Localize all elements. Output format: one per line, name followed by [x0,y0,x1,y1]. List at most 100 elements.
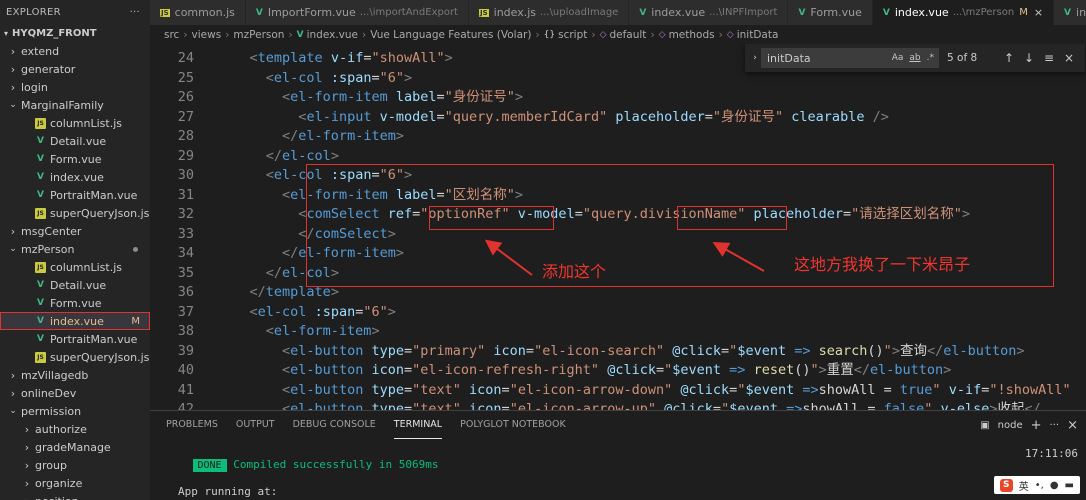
code-line[interactable]: <el-button type="text" icon="el-icon-arr… [282,381,1071,401]
editor-tab-index-vue[interactable]: Vindex.vue ...\mzPerson M × [872,0,1055,25]
panel-tab-terminal[interactable]: TERMINAL [393,411,443,439]
code-line[interactable]: <el-col :span="6"> [266,69,412,89]
sogou-logo-icon: S [999,478,1013,492]
tree-item-marginalfamily[interactable]: ⌄ MarginalFamily [0,96,150,114]
code-line[interactable]: <template v-if="showAll"> [250,49,453,69]
previous-match-icon[interactable]: ↑ [999,51,1019,65]
breadcrumb-item[interactable]: Vue Language Features (Volar) [370,29,531,41]
ime-punct-icon[interactable]: •, [1035,480,1044,491]
code-line[interactable]: <el-form-item label="身份证号"> [282,88,523,108]
line-number: 33 [177,225,194,242]
tree-item-columnlist-js[interactable]: JS columnList.js [0,258,150,276]
tree-item-permission[interactable]: ⌄ permission [0,402,150,420]
tree-item-mzperson[interactable]: ⌄ mzPerson [0,240,150,258]
tree-item-columnlist-js[interactable]: JS columnList.js [0,114,150,132]
editor-tab-index-vue[interactable]: Vindex.vue ...\INPFImport [629,0,789,25]
tree-item-index-vue[interactable]: Vindex.vue [0,168,150,186]
panel-tab-output[interactable]: OUTPUT [236,411,275,439]
code-token: " [883,342,892,359]
toggle-replace-icon[interactable]: › [749,53,761,63]
code-line[interactable]: <el-button type="text" icon="el-icon-arr… [282,400,1041,410]
find-in-selection-icon[interactable]: ≡ [1039,51,1059,65]
tree-item-superqueryjson-js[interactable]: JS superQueryJson.js [0,348,150,366]
breadcrumb-item[interactable]: index.vue [307,29,358,41]
code-token: "query.memberIdCard" [444,108,608,125]
tree-item-authorize[interactable]: › authorize [0,420,150,438]
code-line[interactable]: <el-col :span="6"> [250,303,396,323]
js-file-icon: JS [160,8,170,17]
tree-item-extend[interactable]: › extend [0,42,150,60]
tree-item-superqueryjson-js[interactable]: JS superQueryJson.js [0,204,150,222]
chevron-right-icon: › [24,458,30,472]
breadcrumb-item[interactable]: default [609,29,646,41]
code-line[interactable]: <el-form-item> [266,322,380,342]
breadcrumb-item[interactable]: script [558,29,587,41]
panel-tab-polyglot-notebook[interactable]: POLYGLOT NOTEBOOK [460,411,566,439]
editor-tab-index-js[interactable]: JS index.js ...\uploadImage [468,0,630,25]
tree-item-group[interactable]: › group [0,456,150,474]
editor-tab-common-js[interactable]: JS common.js [150,0,246,25]
tree-item-position[interactable]: ›position [0,492,150,500]
tree-item-form-vue[interactable]: V Form.vue [0,294,150,312]
ime-keyboard-icon[interactable]: ▬ [1065,480,1074,491]
breadcrumb-item[interactable]: initData [737,29,779,41]
explorer-more-icon[interactable]: ··· [130,7,140,18]
code-editor[interactable]: 24 25 26 27 28 29 30 31 32 33 34 35 36 37 38 39 40 41 42 <… [150,44,1086,410]
code-line[interactable]: <el-button icon="el-icon-refresh-right" … [282,361,951,381]
find-input[interactable]: initData Aa ab .* [761,48,939,68]
panel-tab-debug-console[interactable]: DEBUG CONSOLE [293,411,376,439]
ime-toolbar[interactable]: S 英 •, ● ▬ [993,476,1080,494]
code-token: > [943,362,952,378]
code-token: </ [265,264,283,281]
tree-item-portraitman-vue[interactable]: V PortraitMan.vue [0,186,150,204]
breadcrumb-item[interactable]: mzPerson [233,29,284,41]
tree-item-label: MarginalFamily [21,98,104,112]
panel-tab-problems[interactable]: PROBLEMS [166,411,218,439]
breadcrumb-item[interactable]: methods [669,29,715,41]
code-token: el-col [282,147,331,164]
tree-item-index-vue[interactable]: Vindex.vue M [0,312,150,330]
code-line[interactable]: </el-form-item> [282,127,404,147]
breadcrumb-item[interactable]: src [164,29,179,41]
breadcrumb-item[interactable]: views [192,29,222,41]
terminal-shell-label[interactable]: node [998,420,1023,431]
tree-item-portraitman-vue[interactable]: V PortraitMan.vue [0,330,150,348]
close-tab-icon[interactable]: × [1034,6,1043,19]
ime-language[interactable]: 英 [1019,478,1029,493]
close-panel-icon[interactable]: × [1067,418,1078,433]
tree-item-label: onlineDev [21,386,77,400]
code-token: "身份证号" [444,89,515,105]
close-find-icon[interactable]: × [1059,51,1079,65]
code-line[interactable]: <el-button type="primary" icon="el-icon-… [282,342,1024,362]
next-match-icon[interactable]: ↓ [1019,51,1039,65]
editor-tab-form-vue[interactable]: V Form.vue [788,0,873,25]
code-line[interactable]: <el-input v-model="query.memberIdCard" p… [298,108,889,128]
code-token: el-form-item [290,89,396,105]
tree-item-login[interactable]: › login [0,78,150,96]
tree-item-onlinedev[interactable]: › onlineDev [0,384,150,402]
tree-item-label: msgCenter [21,224,82,238]
regex-icon[interactable]: .* [927,53,934,63]
panel-tab-bar: PROBLEMS OUTPUT DEBUG CONSOLE TERMINAL POLYG… [150,411,1086,439]
code-token: template [257,50,331,66]
tree-item-mzvillagedb[interactable]: › mzVillagedb [0,366,150,384]
tree-item-detail-vue[interactable]: V Detail.vue [0,132,150,150]
editor-tab-importform-vue[interactable]: V ImportForm.vue ...\importAndExport [245,0,469,25]
new-terminal-icon[interactable]: + [1031,418,1042,433]
whole-word-icon[interactable]: ab [909,53,920,63]
annotation-add-this: 添加这个 [542,262,607,281]
code-token: $event [672,362,722,378]
tree-item-organize[interactable]: › organize [0,474,150,492]
match-case-icon[interactable]: Aa [892,53,904,63]
ime-mic-icon[interactable]: ● [1050,480,1059,491]
workspace-root[interactable]: ▾ HYQMZ_FRONT [0,24,150,42]
tree-item-msgcenter[interactable]: › msgCenter [0,222,150,240]
tree-item-grademanage[interactable]: › gradeManage [0,438,150,456]
tree-item-detail-vue[interactable]: V Detail.vue [0,276,150,294]
panel-more-icon[interactable]: ··· [1050,420,1060,431]
tree-item-form-vue[interactable]: V Form.vue [0,150,150,168]
tree-item-label: columnList.js [50,116,123,130]
js-file-icon: JS [35,351,46,363]
tree-item-generator[interactable]: › generator [0,60,150,78]
editor-tab-index[interactable]: Vindex [1054,0,1086,25]
